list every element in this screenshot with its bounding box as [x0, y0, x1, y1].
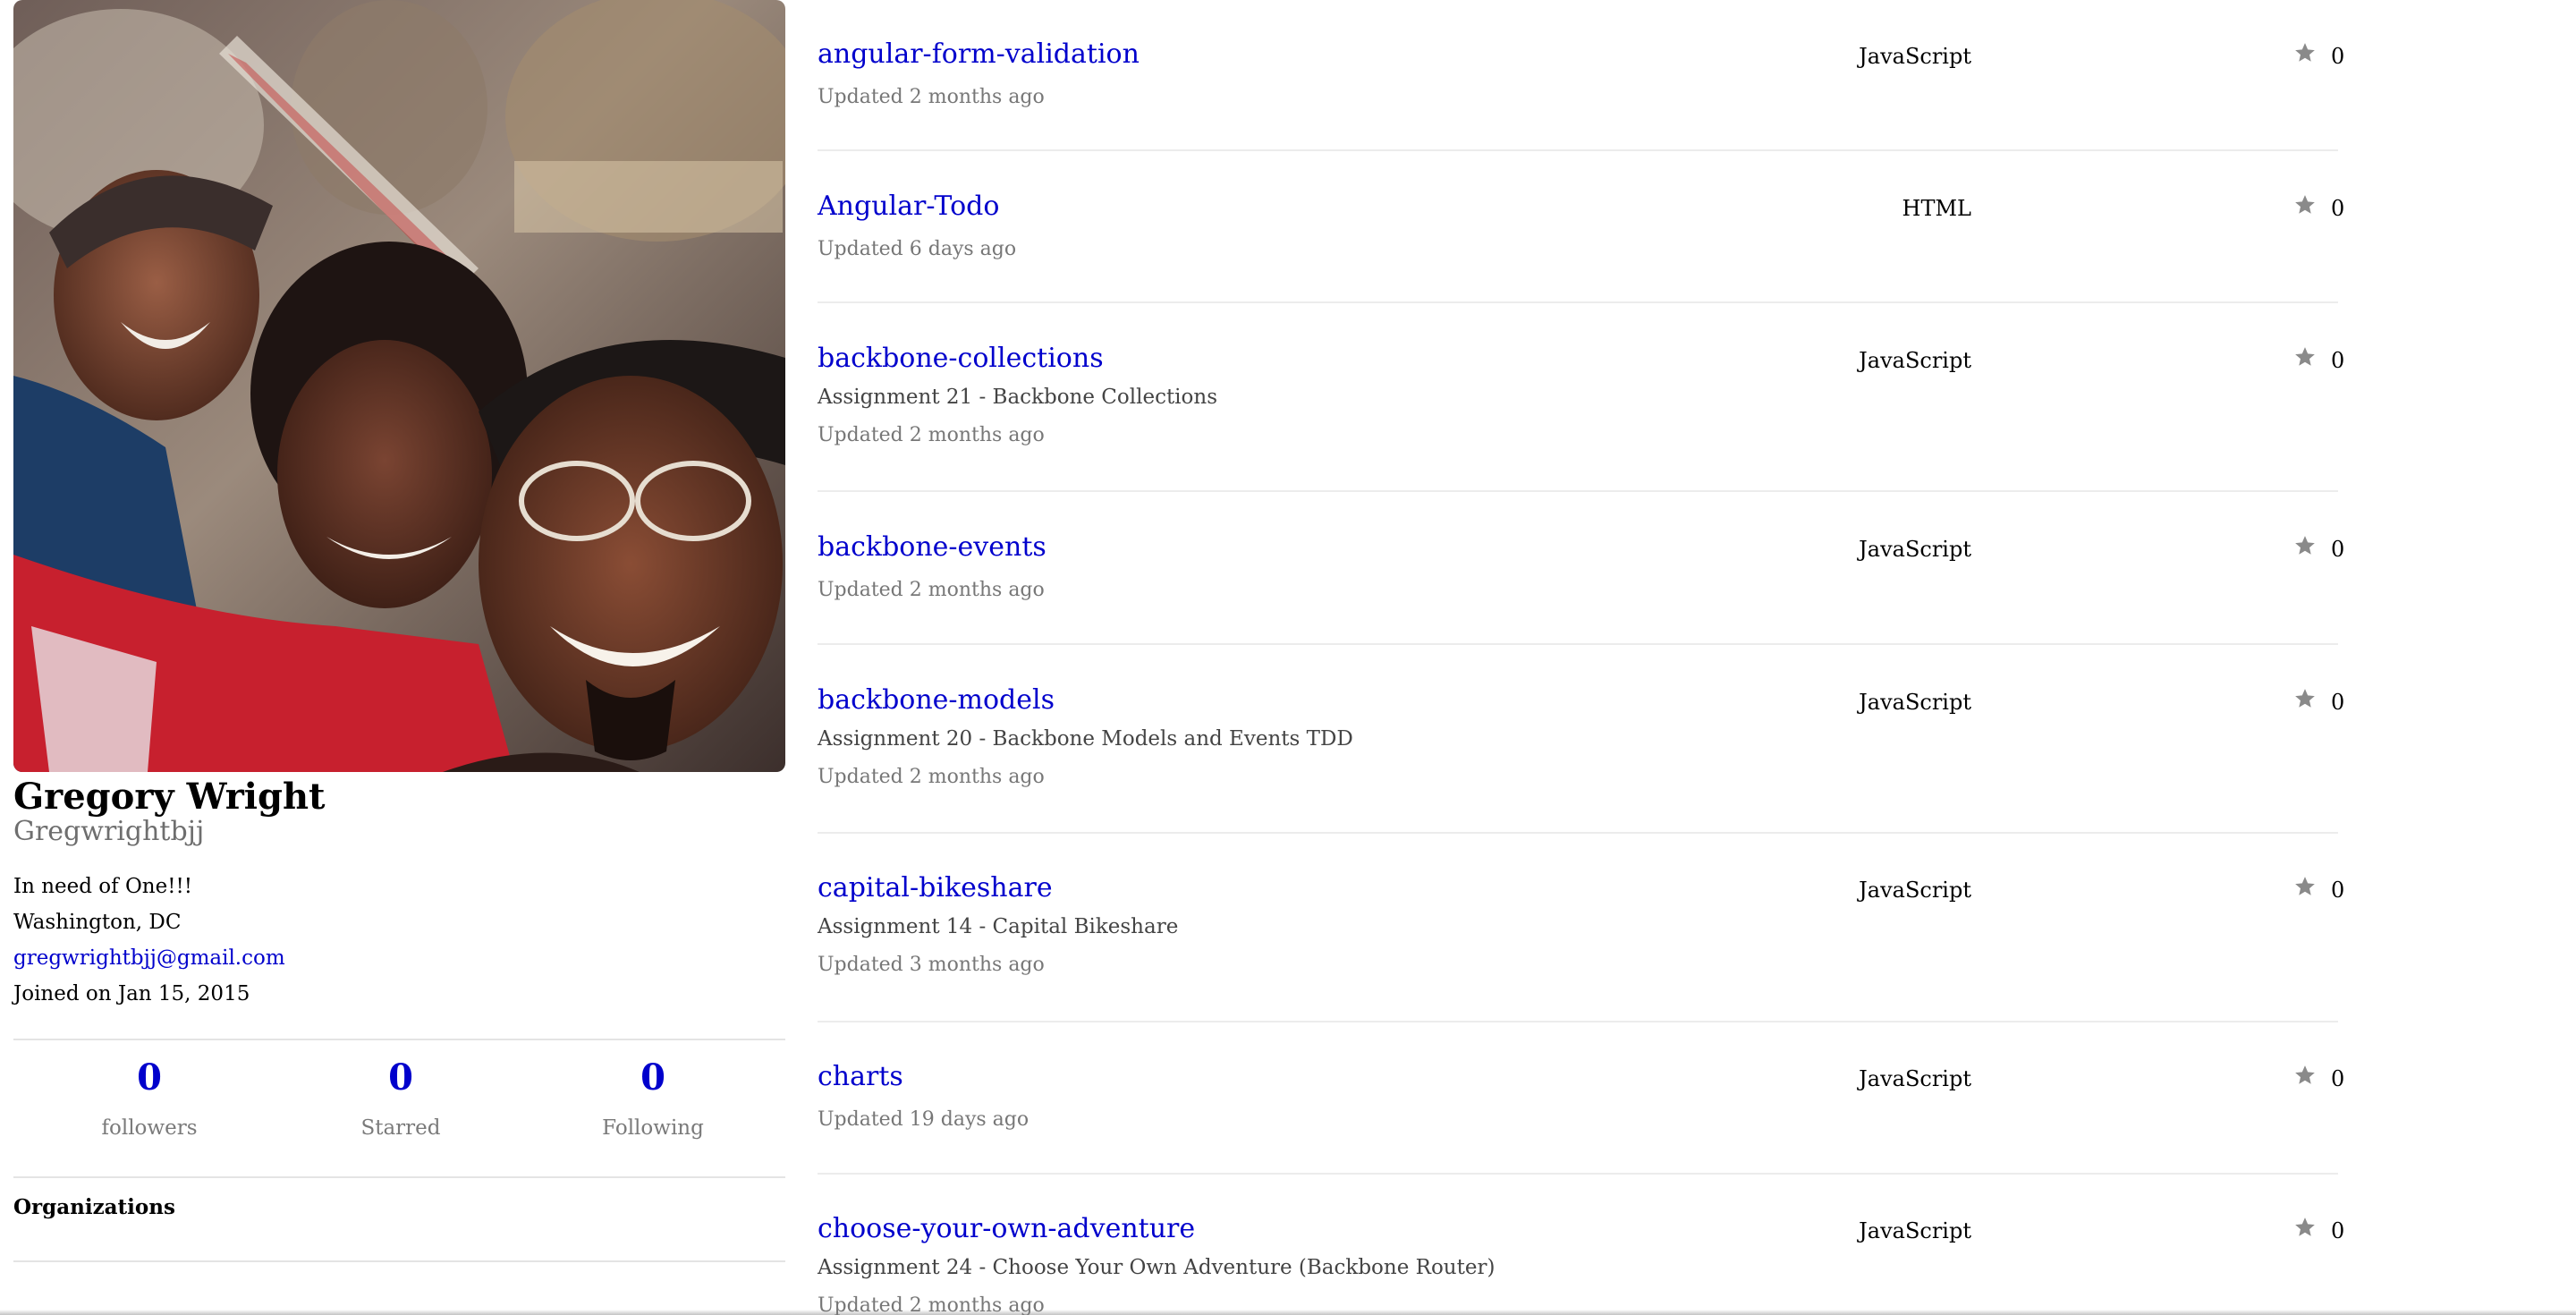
- repo-description: Assignment 14 - Capital Bikeshare: [818, 915, 1179, 938]
- repo-name-link[interactable]: backbone-collections: [818, 342, 1104, 376]
- repo-description: Assignment 24 - Choose Your Own Adventur…: [818, 1256, 1496, 1279]
- bottom-edge-shadow: [0, 1310, 2576, 1315]
- stat-followers[interactable]: 0 followers: [60, 1056, 239, 1141]
- repo-star-count: 0: [2331, 1218, 2345, 1243]
- star-icon[interactable]: [2293, 534, 2317, 557]
- repo-star-count: 0: [2331, 348, 2345, 373]
- repo-language: JavaScript: [1859, 44, 1971, 69]
- stat-following[interactable]: 0 Following: [564, 1056, 742, 1141]
- repo-name-link[interactable]: capital-bikeshare: [818, 871, 1053, 905]
- repo-language: JavaScript: [1859, 537, 1971, 562]
- star-icon[interactable]: [2293, 687, 2317, 710]
- repo-updated: Updated 6 days ago: [818, 238, 1017, 260]
- repo-star-count: 0: [2331, 878, 2345, 903]
- repo-name-link[interactable]: backbone-events: [818, 530, 1046, 564]
- repo-updated: Updated 19 days ago: [818, 1108, 1030, 1131]
- followers-label: followers: [101, 1116, 198, 1140]
- repo-updated: Updated 2 months ago: [818, 86, 1045, 108]
- repo-divider: [818, 149, 2338, 151]
- repo-language: JavaScript: [1859, 348, 1971, 373]
- profile-page: Gregory Wright Gregwrightbjj In need of …: [0, 0, 2576, 1315]
- repo-star-count: 0: [2331, 537, 2345, 562]
- repo-divider: [818, 832, 2338, 834]
- repo-language: JavaScript: [1859, 1218, 1971, 1243]
- repo-star-count: 0: [2331, 44, 2345, 69]
- repo-divider: [818, 490, 2338, 492]
- stat-starred[interactable]: 0 Starred: [311, 1056, 490, 1141]
- profile-username: Gregwrightbjj: [13, 816, 205, 847]
- repo-description: Assignment 20 - Backbone Models and Even…: [818, 727, 1353, 751]
- star-icon[interactable]: [2293, 1064, 2317, 1087]
- avatar: [13, 0, 785, 772]
- star-icon[interactable]: [2293, 193, 2317, 216]
- repo-name-link[interactable]: angular-form-validation: [818, 38, 1140, 72]
- repo-name-link[interactable]: charts: [818, 1060, 903, 1094]
- repo-divider: [818, 1173, 2338, 1175]
- following-count: 0: [640, 1056, 665, 1099]
- starred-label: Starred: [360, 1116, 441, 1140]
- repo-star-count: 0: [2331, 196, 2345, 221]
- star-icon[interactable]: [2293, 1216, 2317, 1239]
- repo-language: JavaScript: [1859, 1066, 1971, 1091]
- profile-bio: In need of One!!!: [13, 875, 192, 898]
- repo-updated: Updated 2 months ago: [818, 424, 1045, 446]
- repo-star-count: 0: [2331, 1066, 2345, 1091]
- repo-divider: [818, 643, 2338, 645]
- divider: [13, 1260, 785, 1262]
- profile-email-link[interactable]: gregwrightbjj@gmail.com: [13, 945, 285, 971]
- star-icon[interactable]: [2293, 345, 2317, 369]
- repo-name-link[interactable]: choose-your-own-adventure: [818, 1212, 1195, 1246]
- profile-location: Washington, DC: [13, 911, 182, 934]
- repo-language: HTML: [1902, 196, 1971, 221]
- star-icon[interactable]: [2293, 875, 2317, 898]
- repo-name-link[interactable]: backbone-models: [818, 683, 1055, 717]
- repo-divider: [818, 301, 2338, 303]
- star-icon[interactable]: [2293, 41, 2317, 64]
- repo-language: JavaScript: [1859, 690, 1971, 715]
- divider: [13, 1176, 785, 1178]
- repo-star-count: 0: [2331, 690, 2345, 715]
- repo-description: Assignment 21 - Backbone Collections: [818, 386, 1218, 409]
- repo-updated: Updated 2 months ago: [818, 579, 1045, 601]
- profile-name: Gregory Wright: [13, 776, 326, 818]
- starred-count: 0: [388, 1056, 413, 1099]
- divider: [13, 1039, 785, 1040]
- repo-language: JavaScript: [1859, 878, 1971, 903]
- organizations-heading: Organizations: [13, 1195, 175, 1219]
- repo-updated: Updated 2 months ago: [818, 766, 1045, 788]
- followers-count: 0: [137, 1056, 162, 1099]
- repo-divider: [818, 1021, 2338, 1022]
- repo-name-link[interactable]: Angular-Todo: [818, 190, 999, 224]
- following-label: Following: [602, 1116, 704, 1140]
- profile-joined-date: Joined on Jan 15, 2015: [13, 982, 250, 1005]
- repo-updated: Updated 3 months ago: [818, 954, 1045, 976]
